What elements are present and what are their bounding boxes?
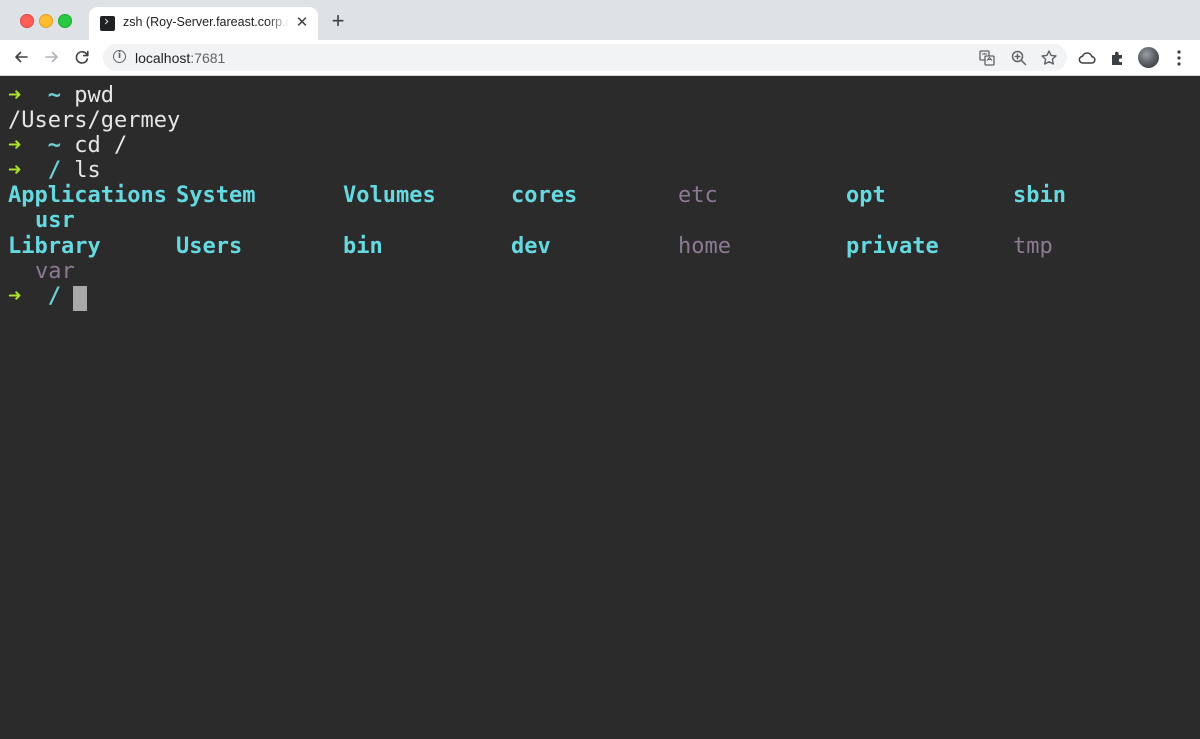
ls-entry-symlink: var <box>35 259 75 284</box>
command-text: ls <box>74 158 101 183</box>
forward-icon[interactable] <box>41 46 63 68</box>
new-tab-button[interactable]: + <box>328 10 348 32</box>
zoom-icon[interactable] <box>1009 48 1029 68</box>
tab-strip: zsh (Roy-Server.fareast.corp.microsoft.c… <box>0 0 1200 40</box>
prompt-cwd: / <box>47 284 61 309</box>
zoom-window-button[interactable] <box>58 14 72 28</box>
star-icon[interactable] <box>1039 48 1059 68</box>
command-text: cd / <box>74 133 128 158</box>
minimize-window-button[interactable] <box>39 14 53 28</box>
browser-window: zsh (Roy-Server.fareast.corp.microsoft.c… <box>0 0 1200 739</box>
prompt-cwd: ~ <box>47 83 61 108</box>
prompt-cwd: ~ <box>47 133 61 158</box>
ls-entry-directory: cores <box>511 183 578 208</box>
prompt-line: ➜ ~ cd / <box>8 133 127 158</box>
close-window-button[interactable] <box>20 14 34 28</box>
back-icon[interactable] <box>10 46 32 68</box>
ls-entry-directory: bin <box>343 234 383 259</box>
ls-entry-symlink: etc <box>678 183 718 208</box>
prompt-arrow: ➜ <box>8 83 22 108</box>
extensions-icon[interactable] <box>1107 47 1129 69</box>
prompt-arrow: ➜ <box>8 133 22 158</box>
ls-entry-directory: Volumes <box>343 183 436 208</box>
ls-entry-directory: Applications <box>8 183 167 208</box>
ls-entry-directory: Users <box>176 234 243 259</box>
info-icon[interactable]: i <box>113 50 126 63</box>
ls-entry-directory: private <box>846 234 939 259</box>
ls-entry-symlink: home <box>678 234 731 259</box>
command-text: pwd <box>74 83 114 108</box>
close-tab-icon[interactable]: ✕ <box>295 15 309 31</box>
ls-entry-directory: dev <box>511 234 551 259</box>
menu-icon[interactable] <box>1176 48 1182 68</box>
prompt-line: ➜ / <box>8 284 61 309</box>
reload-icon[interactable] <box>71 46 93 68</box>
browser-toolbar: i localhost:7681 <box>0 40 1200 76</box>
ls-entry-directory: opt <box>846 183 886 208</box>
prompt-arrow: ➜ <box>8 284 22 309</box>
terminal-icon <box>100 16 115 31</box>
prompt-line: ➜ ~ pwd <box>8 83 114 108</box>
ls-entry-symlink: tmp <box>1013 234 1053 259</box>
url-port: :7681 <box>190 50 226 66</box>
output-line: /Users/germey <box>8 108 181 133</box>
translate-icon[interactable] <box>977 48 997 68</box>
ls-entry-directory: System <box>176 183 256 208</box>
url-text[interactable]: localhost:7681 <box>135 50 225 66</box>
ls-entry-directory: sbin <box>1013 183 1066 208</box>
url-host: localhost <box>135 50 191 66</box>
prompt-arrow: ➜ <box>8 158 22 183</box>
prompt-line: ➜ / ls <box>8 158 101 183</box>
cloud-icon[interactable] <box>1076 47 1098 69</box>
terminal-cursor <box>73 286 87 311</box>
terminal[interactable]: ➜ ~ pwd /Users/germey ➜ ~ cd / ➜ / ls Ap… <box>0 76 1200 739</box>
address-bar[interactable]: i localhost:7681 <box>103 44 1067 71</box>
ls-entry-directory: Library <box>8 234 101 259</box>
prompt-cwd: / <box>47 158 61 183</box>
avatar[interactable] <box>1138 47 1159 68</box>
ls-entry-directory: usr <box>35 208 75 233</box>
tab-title: zsh (Roy-Server.fareast.corp.microsoft.c… <box>123 15 289 29</box>
tab-zsh[interactable]: zsh (Roy-Server.fareast.corp.microsoft.c… <box>89 7 318 40</box>
